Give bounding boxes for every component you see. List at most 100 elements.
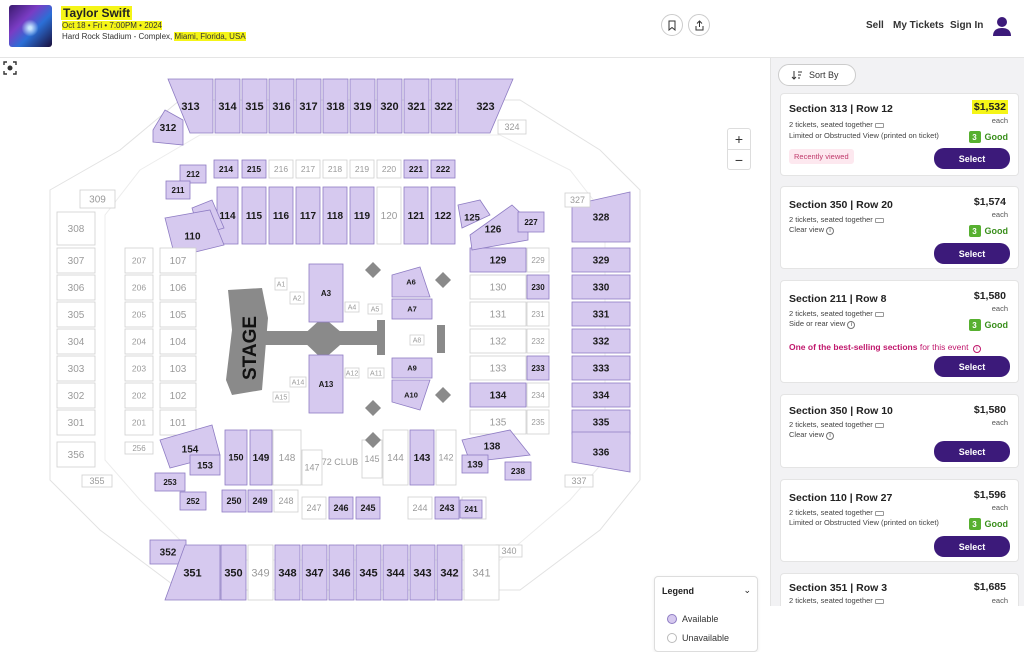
section-A3[interactable]: A3: [308, 263, 344, 323]
section-153[interactable]: 153: [189, 454, 221, 476]
section-231[interactable]: 231: [526, 301, 550, 327]
section-A14[interactable]: A14: [289, 376, 307, 388]
section-105[interactable]: 105: [159, 301, 197, 328]
section-115[interactable]: 115: [241, 186, 267, 245]
section-A13[interactable]: A13: [308, 354, 344, 414]
section-142[interactable]: 142: [435, 429, 457, 486]
section-222[interactable]: 222: [430, 159, 456, 179]
section-302[interactable]: 302: [56, 382, 96, 409]
section-327[interactable]: 327: [564, 192, 591, 208]
zoom-out-button[interactable]: −: [728, 150, 750, 170]
section-A9[interactable]: A9: [391, 357, 433, 379]
select-button[interactable]: Select: [934, 148, 1010, 169]
section-314[interactable]: 314: [214, 78, 241, 134]
select-button[interactable]: Select: [934, 536, 1010, 557]
section-148[interactable]: 148: [272, 429, 302, 486]
recenter-icon[interactable]: [0, 58, 20, 78]
listing-card[interactable]: Section 211 | Row 8 $1,580 each 2 ticket…: [780, 280, 1019, 383]
user-avatar-icon[interactable]: [992, 15, 1012, 37]
nav-sell[interactable]: Sell: [866, 20, 884, 31]
section-342[interactable]: 342: [436, 544, 463, 601]
section-309[interactable]: 309: [79, 189, 116, 209]
share-button[interactable]: [688, 14, 710, 36]
section-340[interactable]: 340: [495, 544, 523, 558]
bookmark-button[interactable]: [661, 14, 683, 36]
listing-card[interactable]: Section 313 | Row 12 $1,532 each 2 ticke…: [780, 93, 1019, 176]
section-303[interactable]: 303: [56, 355, 96, 382]
section-341[interactable]: 341: [463, 544, 500, 601]
section-218[interactable]: 218: [322, 159, 348, 179]
section-250[interactable]: 250: [221, 489, 247, 513]
section-301[interactable]: 301: [56, 409, 96, 436]
section-252[interactable]: 252: [179, 491, 207, 511]
section-207[interactable]: 207: [124, 247, 154, 274]
section-121[interactable]: 121: [403, 186, 429, 245]
section-329[interactable]: 329: [571, 247, 631, 273]
section-217[interactable]: 217: [295, 159, 321, 179]
section-A2[interactable]: A2: [289, 291, 305, 305]
section-102[interactable]: 102: [159, 382, 197, 409]
section-331[interactable]: 331: [571, 301, 631, 327]
section-305[interactable]: 305: [56, 301, 96, 328]
listing-card[interactable]: Section 351 | Row 3 $1,685 each 2 ticket…: [780, 573, 1019, 606]
section-133[interactable]: 133: [469, 355, 527, 381]
select-button[interactable]: Select: [934, 441, 1010, 462]
section-144[interactable]: 144: [382, 429, 409, 486]
section-118[interactable]: 118: [322, 186, 348, 245]
section-336[interactable]: 336: [571, 431, 631, 473]
section-204[interactable]: 204: [124, 328, 154, 355]
section-334[interactable]: 334: [571, 382, 631, 408]
listing-card[interactable]: Section 350 | Row 10 $1,580 each 2 ticke…: [780, 394, 1019, 468]
section-332[interactable]: 332: [571, 328, 631, 354]
section-A11[interactable]: A11: [367, 367, 385, 379]
section-234[interactable]: 234: [526, 382, 550, 408]
section-308[interactable]: 308: [56, 211, 96, 246]
section-104[interactable]: 104: [159, 328, 197, 355]
section-253[interactable]: 253: [154, 472, 186, 492]
section-202[interactable]: 202: [124, 382, 154, 409]
zoom-in-button[interactable]: +: [728, 129, 750, 149]
section-232[interactable]: 232: [526, 328, 550, 354]
section-246[interactable]: 246: [328, 496, 354, 520]
section-245[interactable]: 245: [355, 496, 381, 520]
section-117[interactable]: 117: [295, 186, 321, 245]
section-238[interactable]: 238: [504, 461, 532, 481]
seating-map[interactable]: 313 314 315 316 317 318 319 320 321 322 323 312 214 2…: [0, 58, 770, 652]
section-344[interactable]: 344: [382, 544, 409, 601]
section-306[interactable]: 306: [56, 274, 96, 301]
stadium-map-svg[interactable]: 313 314 315 316 317 318 319 320 321 322 323 312 214 2…: [0, 58, 770, 606]
select-button[interactable]: Select: [934, 356, 1010, 377]
section-227[interactable]: 227: [517, 211, 545, 233]
section-312[interactable]: 312: [152, 109, 184, 146]
section-346[interactable]: 346: [328, 544, 355, 601]
section-116[interactable]: 116: [268, 186, 294, 245]
section-107[interactable]: 107: [159, 247, 197, 274]
section-324[interactable]: 324: [497, 119, 527, 135]
nav-my-tickets[interactable]: My Tickets: [893, 20, 944, 31]
section-206[interactable]: 206: [124, 274, 154, 301]
section-A15[interactable]: A15: [272, 391, 290, 403]
section-106[interactable]: 106: [159, 274, 197, 301]
section-321[interactable]: 321: [403, 78, 430, 134]
section-229[interactable]: 229: [526, 247, 550, 273]
section-216[interactable]: 216: [268, 159, 294, 179]
section-220[interactable]: 220: [376, 159, 402, 179]
section-355[interactable]: 355: [81, 474, 113, 488]
section-135[interactable]: 135: [469, 409, 527, 435]
section-214[interactable]: 214: [213, 159, 239, 179]
section-345[interactable]: 345: [355, 544, 382, 601]
section-A8[interactable]: A8: [409, 334, 425, 346]
section-A4[interactable]: A4: [344, 301, 360, 313]
section-318[interactable]: 318: [322, 78, 349, 134]
section-348[interactable]: 348: [274, 544, 301, 601]
section-211[interactable]: 211: [165, 180, 191, 200]
section-319[interactable]: 319: [349, 78, 376, 134]
section-122[interactable]: 122: [430, 186, 456, 245]
section-203[interactable]: 203: [124, 355, 154, 382]
section-304[interactable]: 304: [56, 328, 96, 355]
section-A12[interactable]: A12: [344, 367, 360, 379]
section-A10[interactable]: A10: [391, 379, 431, 411]
section-212[interactable]: 212: [179, 164, 207, 184]
nav-sign-in[interactable]: Sign In: [950, 20, 983, 31]
section-131[interactable]: 131: [469, 301, 527, 327]
